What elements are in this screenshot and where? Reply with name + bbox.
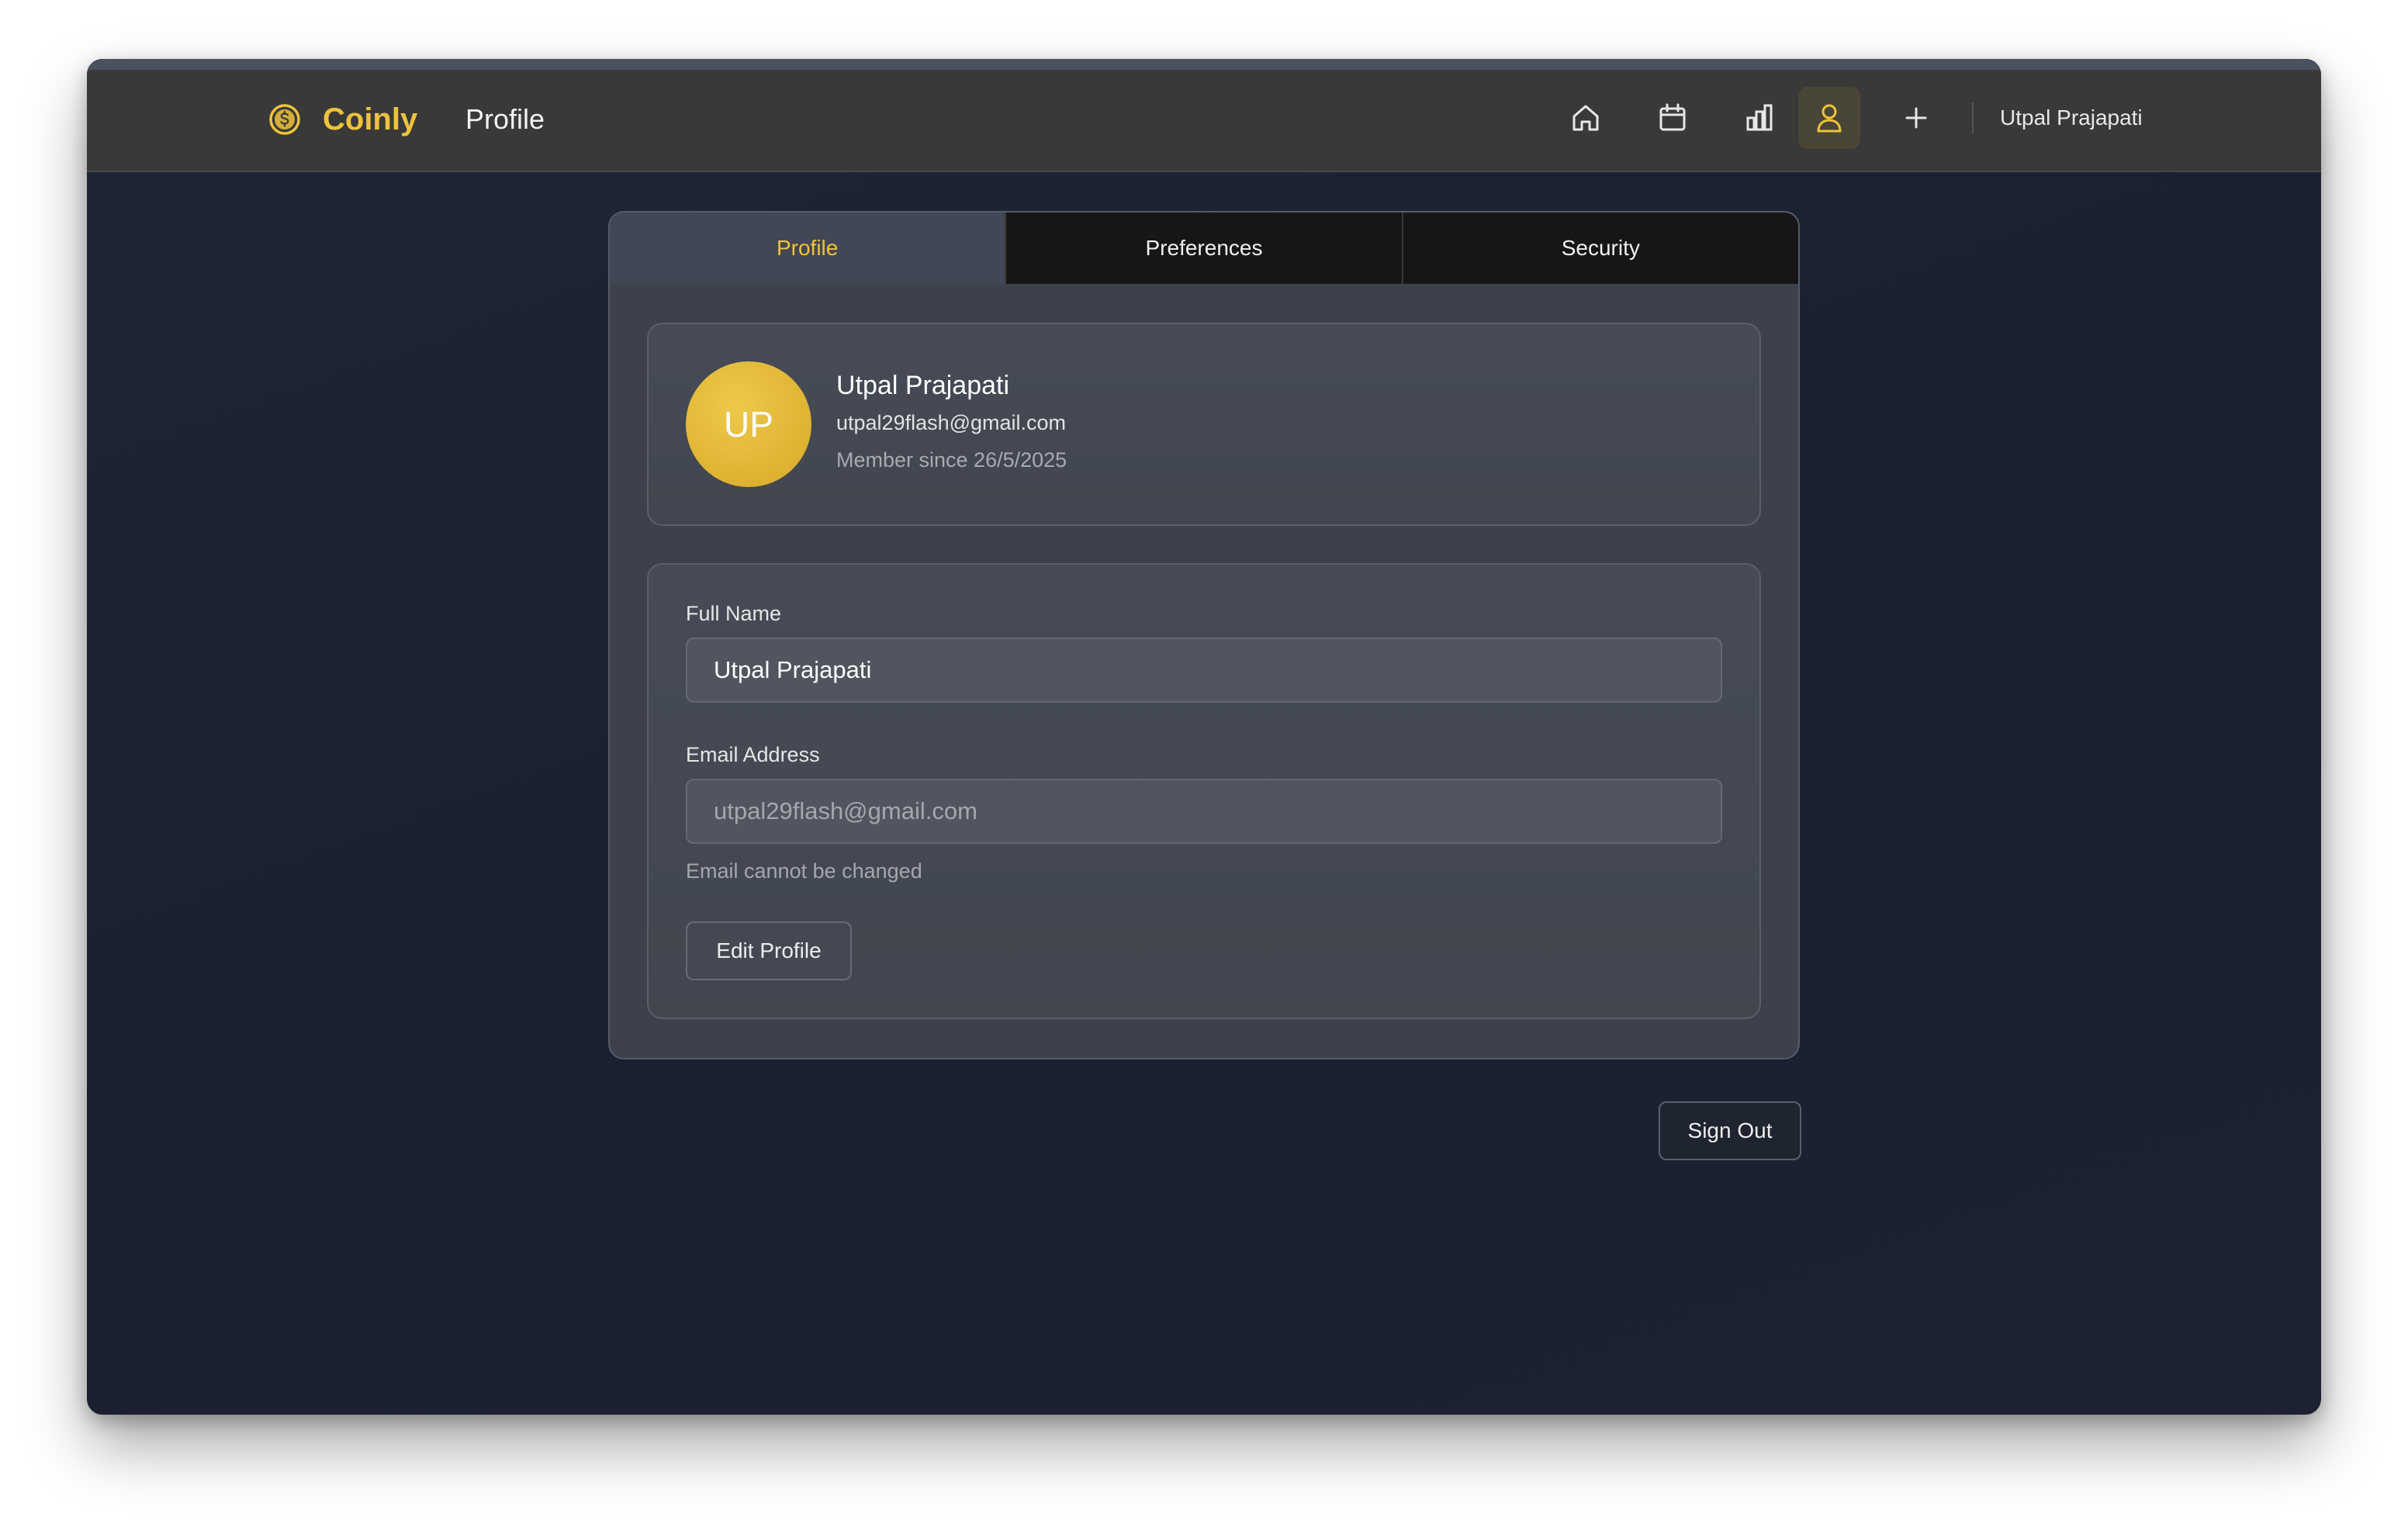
tab-preferences[interactable]: Preferences [1005,213,1402,284]
brand[interactable]: Coinly [268,96,417,143]
sign-out-button[interactable]: Sign Out [1659,1101,1801,1160]
brand-name: Coinly [323,102,418,137]
profile-summary-panel: UP Utpal Prajapati utpal29flash@gmail.co… [647,323,1761,526]
settings-tabs: Profile Preferences Security [610,213,1798,284]
full-name-label: Full Name [686,602,782,625]
calendar-icon [1659,103,1686,131]
top-navigation-bar: Coinly Profile Utpal Prajapati [87,59,2321,172]
profile-name: Utpal Prajapati [836,371,1010,400]
settings-card: Profile Preferences Security UP Utpal Pr… [608,211,1800,1059]
plus-icon [1905,107,1927,129]
nav-user-name[interactable]: Utpal Prajapati [2000,95,2143,141]
edit-profile-button[interactable]: Edit Profile [686,921,852,980]
avatar: UP [686,361,811,487]
home-icon [1572,105,1599,131]
email-label: Email Address [686,743,820,766]
nav-home-button[interactable] [1555,87,1617,149]
profile-email: utpal29flash@gmail.com [836,411,1067,434]
tab-profile[interactable]: Profile [610,213,1005,284]
user-icon [1817,104,1842,133]
profile-form-panel: Full Name Email Address Email cannot be … [647,563,1761,1019]
app-window: Coinly Profile Utpal Prajapati Profile P… [87,59,2321,1415]
member-since: Member since 26/5/2025 [836,448,1067,472]
full-name-field[interactable] [686,638,1722,703]
bar-chart-icon [1746,104,1773,131]
email-field [686,779,1722,844]
nav-calendar-button[interactable] [1642,87,1704,149]
coin-logo-icon [268,103,301,136]
tab-security[interactable]: Security [1401,213,1798,284]
page-title: Profile [465,103,545,135]
email-hint: Email cannot be changed [686,859,922,883]
nav-divider [1972,102,1974,133]
nav-analytics-button[interactable] [1728,87,1790,149]
nav-profile-button[interactable] [1798,87,1860,149]
nav-add-button[interactable] [1885,87,1947,149]
